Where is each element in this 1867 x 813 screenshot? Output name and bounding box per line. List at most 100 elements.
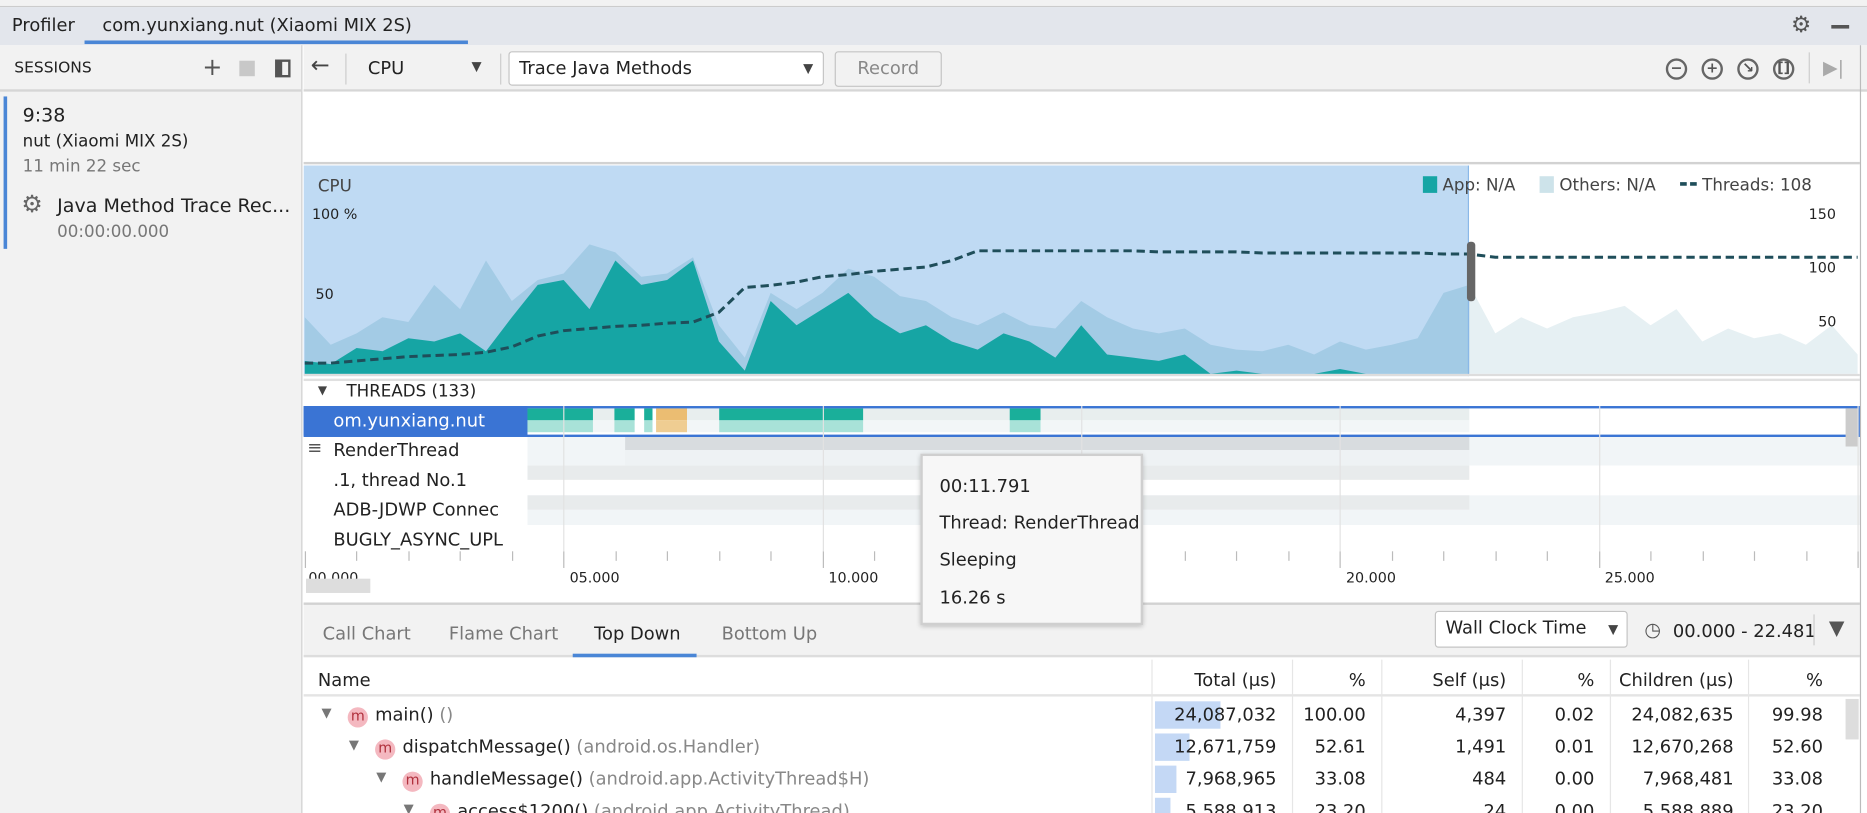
method-class: (): [439, 703, 454, 726]
threads-scrollbar[interactable]: [1845, 408, 1858, 447]
table-row[interactable]: ▼ m access$1200() (android.app.ActivityThr…: [304, 795, 1846, 813]
thread-state-segment[interactable]: [687, 408, 720, 421]
col-total-pct[interactable]: %: [1349, 669, 1366, 690]
cell-tp: 100.00: [1303, 703, 1366, 726]
cell-total: 12,671,759: [1174, 735, 1277, 758]
cell-cp: 33.08: [1771, 768, 1823, 790]
go-live-icon[interactable]: ▶|: [1823, 56, 1844, 79]
thread-state-segment[interactable]: [644, 420, 653, 433]
thread-state-segment[interactable]: [863, 420, 1010, 433]
thread-state-segment[interactable]: [614, 408, 635, 421]
thread-state-segment[interactable]: [719, 408, 864, 421]
thread-state-segment[interactable]: [614, 420, 635, 433]
threads-header[interactable]: ▼ THREADS (133): [303, 378, 1860, 405]
chart-legend: App: N/A Others: N/A Threads: 108: [1422, 176, 1812, 195]
clock-type-dropdown[interactable]: Wall Clock Time ▼: [1434, 610, 1628, 648]
cell-total: 7,968,965: [1185, 768, 1277, 790]
filter-icon[interactable]: ▼: [1829, 617, 1845, 641]
col-name[interactable]: Name: [318, 669, 371, 690]
col-children[interactable]: Children (μs): [1619, 669, 1734, 690]
active-tab-indicator: [572, 653, 697, 658]
tab-flame-chart[interactable]: Flame Chart: [449, 623, 558, 644]
trace-config-label: Trace Java Methods: [519, 57, 692, 79]
tab-top-down[interactable]: Top Down: [594, 623, 680, 644]
axis-tick: [1805, 551, 1808, 561]
table-header: Name Total (μs) % Self (μs) % Children (…: [303, 660, 1860, 697]
tab-call-chart[interactable]: Call Chart: [323, 623, 411, 644]
stop-icon[interactable]: [239, 60, 255, 77]
col-total[interactable]: Total (μs): [1194, 669, 1276, 690]
monitor-label: CPU: [367, 57, 405, 79]
record-button[interactable]: Record: [834, 51, 942, 87]
zoom-in-icon[interactable]: +: [1701, 58, 1723, 80]
y2-tick-100: 100: [1808, 259, 1836, 277]
thread-state-segment[interactable]: [625, 435, 1470, 451]
clock-icon: ◷: [1644, 617, 1661, 641]
table-scrollbar[interactable]: [1845, 698, 1859, 740]
session-duration: 11 min 22 sec: [22, 157, 141, 177]
thread-state-segment[interactable]: [1009, 408, 1041, 421]
zoom-out-icon[interactable]: −: [1665, 58, 1688, 80]
thread-state-segment[interactable]: [687, 420, 720, 433]
tab-bottom-up[interactable]: Bottom Up: [722, 623, 818, 644]
panel-toggle-icon[interactable]: [275, 59, 291, 78]
cell-cp: 23.20: [1771, 800, 1823, 813]
back-arrow-icon[interactable]: ←: [311, 52, 330, 78]
cpu-usage-chart[interactable]: CPU 100 % 50 150 100 50 App: N/A Others:…: [303, 165, 1860, 377]
thread-state-segment[interactable]: [656, 408, 688, 421]
expand-triangle-icon[interactable]: ▼: [376, 769, 386, 784]
add-session-icon[interactable]: +: [202, 52, 222, 81]
thread-state-segment[interactable]: [592, 408, 615, 421]
divider: [1813, 614, 1815, 646]
table-row[interactable]: ▼ m dispatchMessage() (android.os.Handler)…: [304, 731, 1846, 763]
zoom-to-selection-icon[interactable]: []: [1772, 58, 1795, 80]
y2-tick-50: 50: [1818, 313, 1837, 330]
monitor-dropdown[interactable]: CPU ▼: [357, 45, 494, 89]
col-self-pct[interactable]: %: [1577, 669, 1594, 690]
axis-label: 05.000: [569, 569, 620, 586]
clock-type-label: Wall Clock Time: [1445, 616, 1587, 639]
axis-tick: [1650, 551, 1652, 561]
axis-tick: [874, 551, 876, 561]
drag-handle-icon[interactable]: ≡: [307, 437, 322, 458]
reset-zoom-icon[interactable]: ↘: [1737, 58, 1759, 80]
collapse-triangle-icon[interactable]: ▼: [318, 385, 327, 398]
y-tick-100: 100 %: [311, 205, 358, 223]
sessions-title: SESSIONS: [14, 59, 92, 78]
thread-state-segment[interactable]: [592, 420, 615, 433]
gear-icon[interactable]: ⚙: [1791, 12, 1811, 38]
thread-state-segment[interactable]: [719, 420, 864, 433]
session-item[interactable]: 9:38 nut (Xiaomi MIX 2S) 11 min 22 sec ⚙…: [0, 93, 301, 249]
time-range: 00.000 - 22.481: [1672, 620, 1816, 642]
thread-state-segment[interactable]: [656, 420, 688, 433]
expand-triangle-icon[interactable]: ▼: [321, 705, 331, 720]
method-icon: m: [402, 771, 423, 792]
axis-tick: [1547, 551, 1549, 561]
tooltip-duration: 16.26 s: [939, 587, 1006, 609]
col-self[interactable]: Self (μs): [1432, 669, 1506, 690]
table-row[interactable]: ▼ m handleMessage() (android.app.ActivityT…: [304, 763, 1846, 795]
expand-triangle-icon[interactable]: ▼: [404, 801, 414, 813]
selection-handle[interactable]: [1466, 241, 1476, 302]
thread-state-segment[interactable]: [1009, 420, 1041, 433]
thread-state-segment[interactable]: [1040, 408, 1470, 421]
col-children-pct[interactable]: %: [1806, 669, 1823, 690]
trace-config-dropdown[interactable]: Trace Java Methods ▼: [508, 51, 824, 86]
axis-tick: [822, 551, 824, 568]
axis-tick: [304, 551, 307, 568]
table-row[interactable]: ▼ m main() () 24,087,032 100.00 4,397 0.02 24,0…: [304, 699, 1846, 731]
thread-state-segment[interactable]: [1040, 420, 1470, 433]
expand-triangle-icon[interactable]: ▼: [349, 737, 359, 752]
timeline-scrollbar[interactable]: [306, 578, 371, 593]
method-name: dispatchMessage(): [402, 735, 571, 758]
thread-state-segment[interactable]: [527, 420, 593, 433]
tab-profiler[interactable]: Profiler: [12, 14, 75, 35]
tab-session[interactable]: com.yunxiang.nut (Xiaomi MIX 2S): [102, 14, 412, 35]
method-class: (android.app.ActivityThread): [593, 800, 850, 813]
thread-state-segment[interactable]: [644, 408, 653, 421]
cell-sp: 0.02: [1554, 703, 1595, 726]
minimize-icon[interactable]: [1831, 25, 1850, 29]
thread-state-segment[interactable]: [863, 408, 1010, 421]
active-tab-indicator: [84, 40, 468, 45]
thread-state-segment[interactable]: [527, 408, 593, 421]
